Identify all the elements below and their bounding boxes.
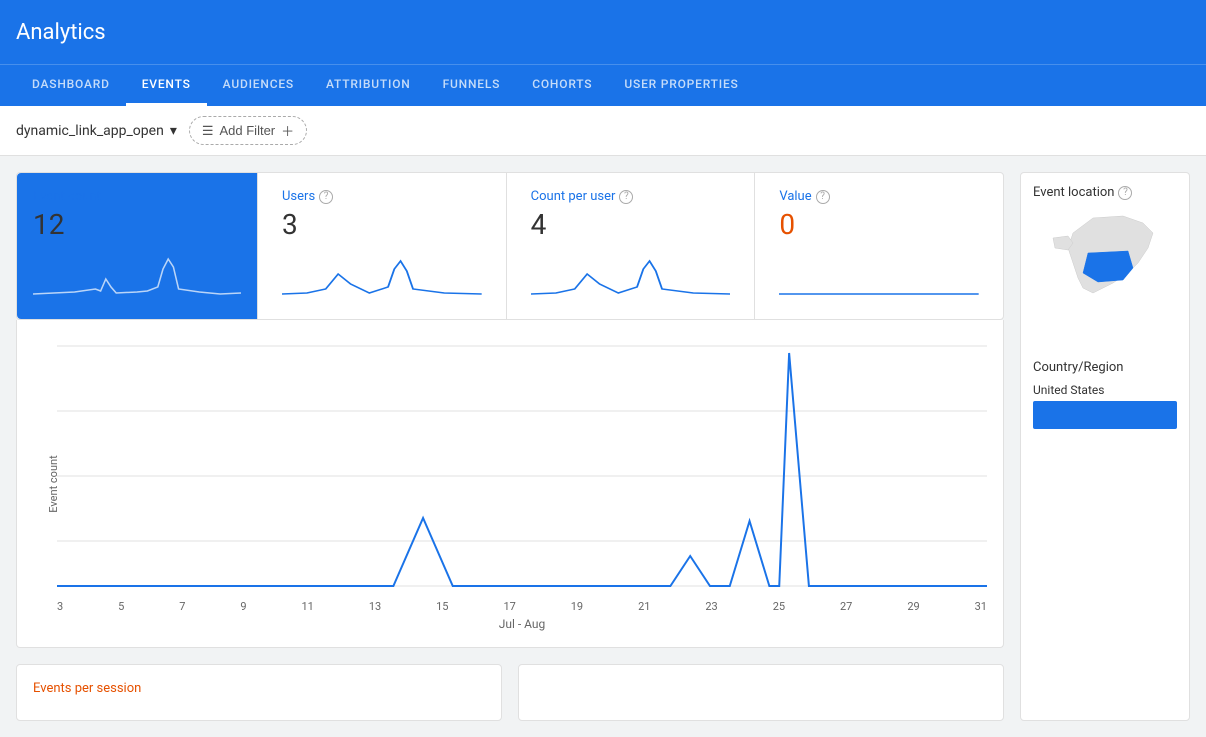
nav-item-attribution[interactable]: ATTRIBUTION [310,65,427,106]
x-label: 15 [436,600,448,613]
country-region-label: Country/Region [1033,360,1177,375]
x-label: 11 [302,600,314,613]
x-axis-title: Jul - Aug [57,617,987,631]
stats-row: Event count 12 Users ? 3 [16,172,1004,320]
x-label: 7 [179,600,185,613]
x-label: 3 [57,600,63,613]
count-per-user-help-icon[interactable]: ? [619,190,633,204]
value-value: 0 [779,208,979,241]
users-sparkline [282,249,482,299]
bottom-card-2 [518,664,1004,721]
header: Analytics [0,0,1206,64]
event-location-title: Event location [1033,185,1114,200]
x-label: 21 [638,600,650,613]
event-count-value: 12 [33,208,241,241]
nav-item-cohorts[interactable]: COHORTS [516,65,608,106]
map-area [1033,208,1177,348]
users-help-icon[interactable]: ? [319,190,333,204]
users-value: 3 [282,208,482,241]
value-label: Value ? [779,189,979,204]
add-icon: ＋ [281,121,294,140]
event-location-help-icon[interactable]: ? [1118,186,1132,200]
count-per-user-card: Count per user ? 4 [506,173,755,319]
united-states-label: United States [1033,383,1177,397]
nav-bar: DASHBOARD EVENTS AUDIENCES ATTRIBUTION F… [0,64,1206,106]
main-chart-area: 0 2 4 6 8 [57,336,987,596]
united-states-row: United States [1033,383,1177,429]
event-count-label: Event count [33,189,241,204]
nav-item-audiences[interactable]: AUDIENCES [207,65,310,106]
x-label: 23 [705,600,717,613]
nav-item-user-properties[interactable]: USER PROPERTIES [608,65,754,106]
x-label: 13 [369,600,381,613]
main-chart-svg: 0 2 4 6 8 [57,336,987,596]
main-content: Event count 12 Users ? 3 [0,156,1206,737]
event-location-header: Event location ? [1033,185,1177,200]
filter-icon: ☰ [202,123,214,139]
nav-item-funnels[interactable]: FUNNELS [427,65,517,106]
events-per-session-title: Events per session [33,681,485,696]
x-label: 9 [240,600,246,613]
x-label: 17 [503,600,515,613]
event-count-card: Event count 12 [17,173,257,319]
add-filter-label: Add Filter [220,123,276,138]
x-label: 5 [118,600,124,613]
add-filter-button[interactable]: ☰ Add Filter ＋ [189,116,307,145]
nav-item-events[interactable]: EVENTS [126,65,207,106]
dropdown-arrow-icon: ▾ [170,123,177,139]
bottom-row: Events per session [16,664,1004,721]
event-filter-dropdown[interactable]: dynamic_link_app_open ▾ [16,123,177,139]
count-per-user-value: 4 [531,208,731,241]
value-help-icon[interactable]: ? [816,190,830,204]
nav-item-dashboard[interactable]: DASHBOARD [16,65,126,106]
events-per-session-card: Events per session [16,664,502,721]
event-location-panel: Event location ? Country/Region United S… [1020,172,1190,721]
x-label: 19 [571,600,583,613]
left-panel: Event count 12 Users ? 3 [16,172,1004,721]
map-svg [1033,208,1177,338]
users-card: Users ? 3 [257,173,506,319]
main-chart-container: Event count 0 2 4 6 8 [16,320,1004,648]
value-sparkline [779,249,979,299]
united-states-bar [1033,401,1177,429]
x-label: 25 [773,600,785,613]
app-title: Analytics [16,20,106,45]
users-label: Users ? [282,189,482,204]
x-label: 29 [907,600,919,613]
event-count-sparkline [33,249,241,299]
filter-bar: dynamic_link_app_open ▾ ☰ Add Filter ＋ [0,106,1206,156]
event-filter-label: dynamic_link_app_open [16,123,164,139]
x-label: 31 [975,600,987,613]
x-axis: 3 5 7 9 11 13 15 17 19 21 23 25 27 29 31 [57,596,987,613]
count-per-user-sparkline [531,249,731,299]
x-label: 27 [840,600,852,613]
value-card: Value ? 0 [754,173,1003,319]
count-per-user-label: Count per user ? [531,189,731,204]
